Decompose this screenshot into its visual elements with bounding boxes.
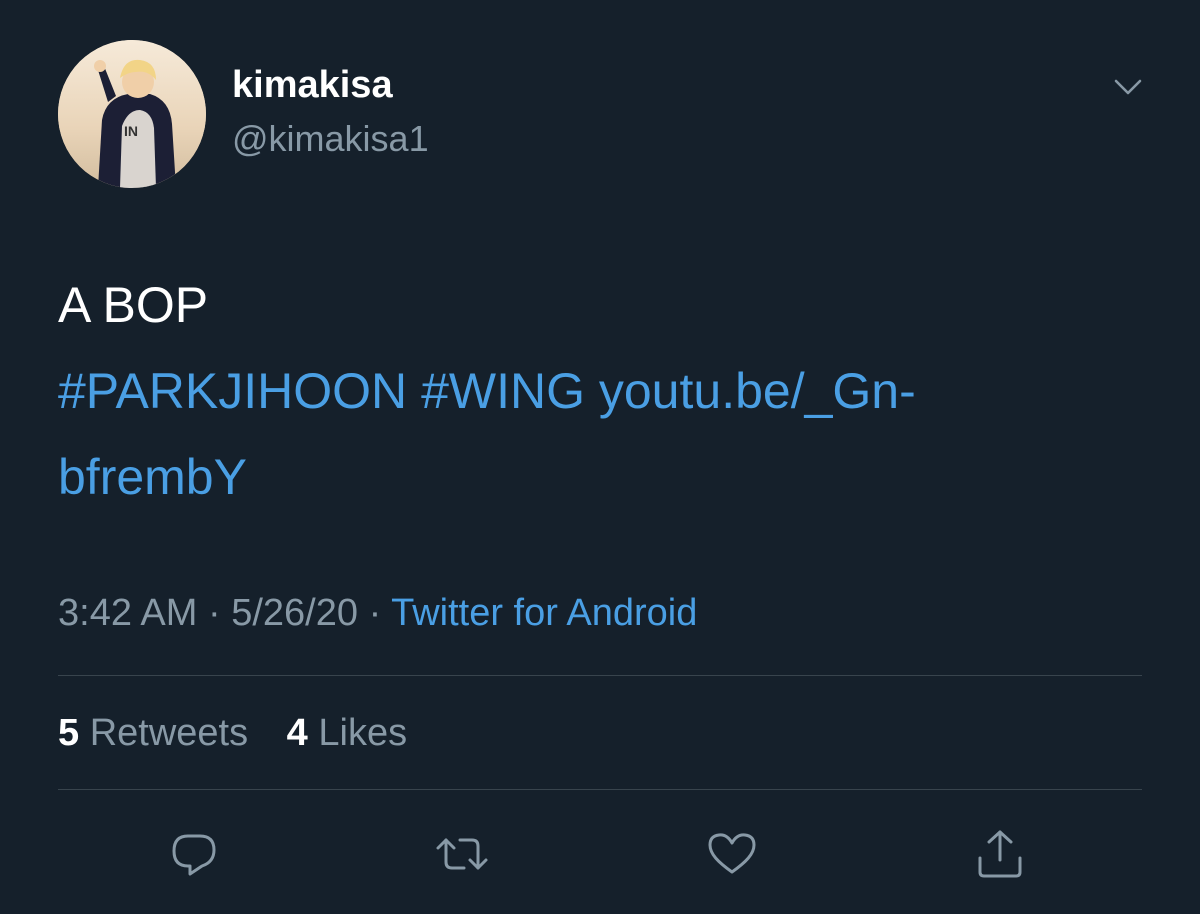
reply-icon (172, 834, 216, 876)
url-link[interactable]: youtu.be/_Gn- (599, 363, 916, 419)
retweets-stat[interactable]: 5 Retweets (58, 712, 259, 754)
likes-stat[interactable]: 4 Likes (287, 712, 407, 754)
user-handle[interactable]: @kimakisa1 (232, 116, 429, 162)
share-icon (978, 830, 1022, 878)
tweet-text-line: A BOP (58, 277, 209, 333)
divider (58, 675, 1142, 676)
chevron-down-icon (1114, 79, 1142, 95)
likes-label: Likes (318, 712, 408, 754)
display-name[interactable]: kimakisa (232, 62, 393, 108)
meta-separator: · (368, 592, 382, 634)
meta-separator: · (207, 592, 221, 634)
tweet-source-link[interactable]: Twitter for Android (391, 592, 697, 634)
url-link-continued[interactable]: bfrembY (58, 449, 247, 505)
retweet-button[interactable] (434, 826, 490, 882)
avatar[interactable]: IN (58, 40, 206, 188)
like-icon (708, 833, 756, 874)
avatar-photo: IN (58, 40, 206, 188)
tweet-date[interactable]: 5/26/20 (231, 592, 358, 634)
retweets-label: Retweets (89, 712, 249, 754)
retweets-count: 5 (58, 712, 80, 754)
tweet-time[interactable]: 3:42 AM (58, 592, 197, 634)
more-options-button[interactable] (1106, 70, 1150, 106)
like-button[interactable] (704, 826, 760, 882)
reply-button[interactable] (166, 826, 222, 882)
hashtag-link[interactable]: #WING (421, 363, 585, 419)
svg-text:IN: IN (124, 123, 138, 139)
tweet-text: A BOP #PARKJIHOON #WING youtu.be/_Gn- bf… (58, 262, 1148, 520)
share-button[interactable] (972, 826, 1028, 882)
tweet-meta: 3:42 AM · 5/26/20 · Twitter for Android (58, 588, 697, 638)
retweet-icon (436, 838, 488, 870)
likes-count: 4 (286, 712, 308, 754)
divider (58, 789, 1142, 790)
tweet-stats: 5 Retweets 4 Likes (58, 708, 435, 758)
tweet-detail: IN kimakisa @kimakisa1 A BOP #PARKJIHOON… (0, 0, 1200, 914)
hashtag-link[interactable]: #PARKJIHOON (58, 363, 407, 419)
